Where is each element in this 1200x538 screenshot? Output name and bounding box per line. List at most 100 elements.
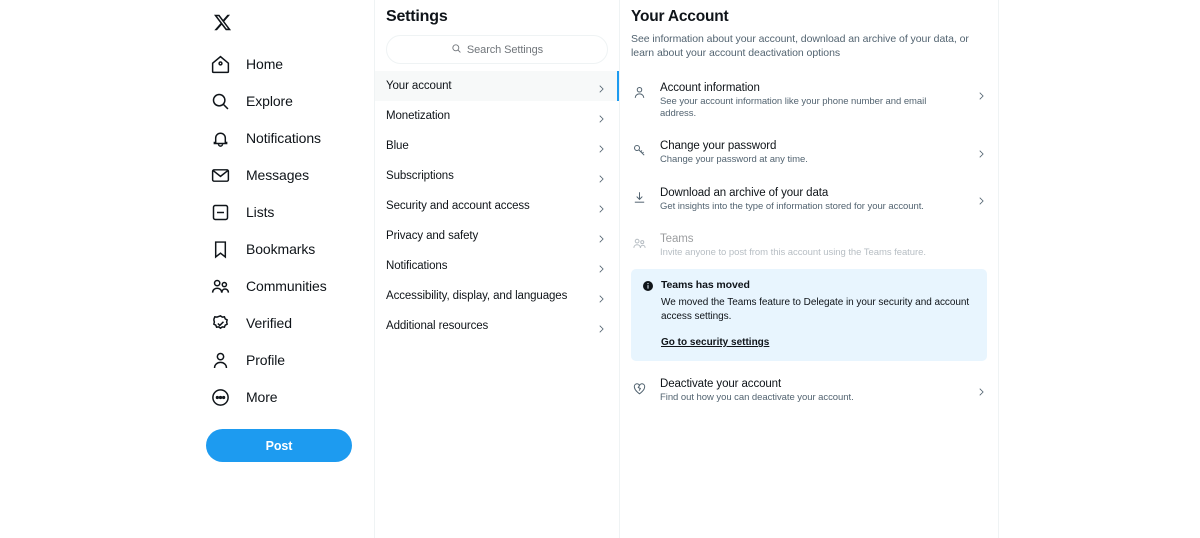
teams-moved-alert: Teams has moved We moved the Teams featu… (631, 269, 987, 362)
option-subtitle: Find out how you can deactivate your acc… (660, 392, 854, 404)
settings-item-label: Blue (386, 140, 409, 152)
search-icon (451, 41, 462, 59)
settings-item-additional-resources[interactable]: Additional resources (375, 311, 619, 341)
search-icon (208, 89, 232, 113)
sidebar-item-label: Verified (246, 315, 292, 331)
settings-item-label: Security and account access (386, 200, 530, 212)
chevron-right-icon (596, 201, 606, 213)
settings-item-privacy-and-safety[interactable]: Privacy and safety (375, 221, 619, 251)
envelope-icon (208, 163, 232, 187)
option-subtitle: Get insights into the type of informatio… (660, 200, 924, 212)
sidebar-item-label: Explore (246, 93, 293, 109)
settings-item-label: Privacy and safety (386, 230, 479, 242)
right-empty-column (999, 0, 1200, 538)
settings-item-label: Your account (386, 80, 452, 92)
chevron-right-icon (596, 171, 606, 183)
option-deactivate-account[interactable]: Deactivate your account Find out how you… (631, 368, 987, 414)
sidebar-item-label: Communities (246, 278, 327, 294)
bookmark-icon (208, 237, 232, 261)
settings-item-label: Notifications (386, 260, 448, 272)
settings-item-security-and-account-access[interactable]: Security and account access (375, 191, 619, 221)
sidebar-item-label: Messages (246, 167, 310, 183)
option-title: Account information (660, 81, 760, 94)
sidebar-item-communities[interactable]: Communities (200, 268, 341, 304)
settings-item-label: Additional resources (386, 320, 489, 332)
key-icon (631, 142, 648, 159)
settings-item-label: Monetization (386, 110, 451, 122)
page-description: See information about your account, down… (631, 33, 969, 59)
alert-body: We moved the Teams feature to Delegate i… (661, 297, 970, 323)
chevron-right-icon (976, 88, 987, 106)
chevron-right-icon (976, 193, 987, 211)
more-circle-icon (208, 385, 232, 409)
page-title: Your Account (631, 8, 729, 25)
sidebar-item-profile[interactable]: Profile (200, 342, 299, 378)
chevron-right-icon (596, 81, 606, 93)
download-icon (631, 189, 648, 206)
search-settings-wrapper: Search Settings (375, 35, 619, 71)
sidebar-item-messages[interactable]: Messages (200, 157, 323, 193)
option-title: Download an archive of your data (660, 186, 829, 199)
go-to-security-settings-link[interactable]: Go to security settings (661, 337, 769, 348)
settings-panel: Settings Search Settings Your account Mo… (375, 0, 620, 538)
option-subtitle: Change your password at any time. (660, 154, 808, 166)
post-button[interactable]: Post (206, 429, 352, 462)
sidebar-item-lists[interactable]: Lists (200, 194, 288, 230)
chevron-right-icon (596, 291, 606, 303)
settings-item-subscriptions[interactable]: Subscriptions (375, 161, 619, 191)
sidebar-item-label: Bookmarks (246, 241, 316, 257)
info-icon (642, 279, 654, 292)
person-icon (631, 84, 648, 101)
chevron-right-icon (596, 111, 606, 123)
settings-item-notifications[interactable]: Notifications (375, 251, 619, 281)
search-settings-input[interactable]: Search Settings (386, 35, 608, 64)
option-subtitle: See your account information like your p… (660, 95, 927, 120)
settings-item-blue[interactable]: Blue (375, 131, 619, 161)
settings-item-your-account[interactable]: Your account (375, 71, 619, 101)
sidebar-item-notifications[interactable]: Notifications (200, 120, 335, 156)
x-logo[interactable] (204, 4, 240, 40)
chevron-right-icon (596, 231, 606, 243)
sidebar-item-explore[interactable]: Explore (200, 83, 307, 119)
sidebar-item-label: Lists (246, 204, 275, 220)
chevron-right-icon (976, 146, 987, 164)
bell-icon (208, 126, 232, 150)
alert-header: Teams has moved (642, 279, 976, 292)
sidebar-item-verified[interactable]: Verified (200, 305, 306, 341)
option-teams: Teams Invite anyone to post from this ac… (631, 223, 987, 269)
settings-item-label: Subscriptions (386, 170, 454, 182)
sidebar-item-label: Home (246, 56, 283, 72)
your-account-panel: Your Account See information about your … (620, 0, 999, 538)
chevron-right-icon (596, 321, 606, 333)
option-title: Teams (660, 233, 694, 246)
chevron-right-icon (596, 261, 606, 273)
communities-icon (208, 274, 232, 298)
chevron-right-icon (976, 384, 987, 402)
broken-heart-icon (631, 380, 648, 397)
lists-icon (208, 200, 232, 224)
alert-title: Teams has moved (661, 279, 750, 292)
option-title: Deactivate your account (660, 378, 782, 391)
search-placeholder: Search Settings (466, 43, 544, 56)
sidebar-item-home[interactable]: Home (200, 46, 297, 82)
sidebar-item-label: Profile (246, 352, 285, 368)
option-account-information[interactable]: Account information See your account inf… (631, 72, 987, 131)
communities-icon (631, 235, 648, 252)
sidebar-item-bookmarks[interactable]: Bookmarks (200, 231, 329, 267)
home-icon (208, 52, 232, 76)
settings-item-accessibility-display-and-languages[interactable]: Accessibility, display, and languages (375, 281, 619, 311)
sidebar-item-more[interactable]: More (200, 379, 292, 415)
option-download-archive[interactable]: Download an archive of your data Get ins… (631, 177, 987, 223)
verified-badge-icon (208, 311, 232, 335)
settings-item-label: Accessibility, display, and languages (386, 290, 568, 302)
option-change-your-password[interactable]: Change your password Change your passwor… (631, 130, 987, 176)
option-title: Change your password (660, 140, 777, 153)
settings-item-monetization[interactable]: Monetization (375, 101, 619, 131)
sidebar-item-label: Notifications (246, 130, 321, 146)
sidebar-item-label: More (246, 389, 278, 405)
chevron-right-icon (596, 141, 606, 153)
app-root: Home Explore Notifications Messages List (0, 0, 1200, 538)
option-subtitle: Invite anyone to post from this account … (660, 247, 926, 259)
settings-title: Settings (386, 8, 448, 25)
primary-navigation: Home Explore Notifications Messages List (0, 0, 375, 538)
